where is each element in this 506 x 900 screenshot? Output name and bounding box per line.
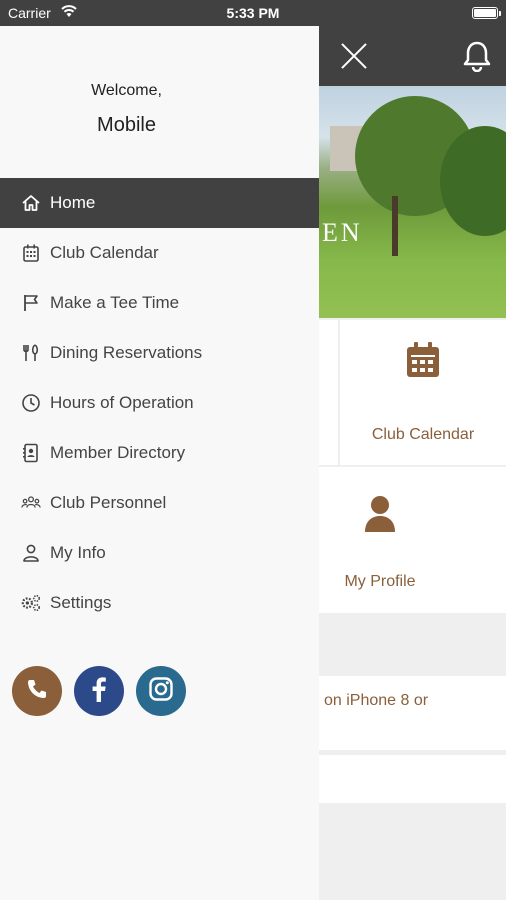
navigation-drawer: Welcome, Mobile Home Club Calendar Make … — [0, 26, 319, 900]
facebook-button[interactable] — [74, 666, 124, 716]
calendar-icon — [406, 342, 440, 383]
calendar-icon — [21, 243, 41, 263]
clock-time: 5:33 PM — [226, 5, 280, 21]
user-name: Mobile — [97, 114, 156, 136]
menu-item-make-a-tee-time[interactable]: Make a Tee Time — [0, 278, 319, 328]
home-icon — [21, 193, 41, 213]
menu-item-label: Hours of Operation — [50, 393, 194, 412]
menu-item-club-calendar[interactable]: Club Calendar — [0, 228, 319, 278]
tree-trunk — [392, 196, 398, 256]
instagram-button[interactable] — [136, 666, 186, 716]
menu-item-club-personnel[interactable]: Club Personnel — [0, 478, 319, 528]
menu-item-label: Club Calendar — [50, 243, 159, 262]
utensils-icon — [21, 343, 41, 363]
phone-button[interactable] — [12, 666, 62, 716]
menu-item-my-info[interactable]: My Info — [0, 528, 319, 578]
list-item-text: on iPhone 8 or — [324, 692, 429, 709]
flag-icon — [21, 293, 41, 313]
menu-item-member-directory[interactable]: Member Directory — [0, 428, 319, 478]
menu-item-label: My Info — [50, 543, 106, 562]
gears-icon — [21, 593, 41, 613]
tile-club-calendar[interactable]: Club Calendar — [340, 320, 506, 465]
facebook-icon — [88, 675, 110, 708]
welcome-label: Welcome, — [91, 82, 162, 99]
social-links — [12, 666, 186, 716]
status-bar: Carrier 5:33 PM — [0, 0, 506, 26]
phone-icon — [25, 677, 49, 706]
user-icon — [21, 543, 41, 563]
menu-item-label: Home — [50, 193, 96, 212]
close-icon[interactable] — [336, 38, 372, 74]
menu-item-label: Member Directory — [50, 443, 186, 462]
menu-item-label: Settings — [50, 593, 112, 612]
drawer-menu: Home Club Calendar Make a Tee Time Dinin… — [0, 178, 319, 628]
menu-item-dining-reservations[interactable]: Dining Reservations — [0, 328, 319, 378]
menu-item-settings[interactable]: Settings — [0, 578, 319, 628]
menu-item-label: Make a Tee Time — [50, 293, 180, 312]
bell-icon[interactable] — [462, 40, 492, 73]
tile-label: Club Calendar — [371, 426, 475, 443]
people-icon — [21, 493, 41, 513]
battery-icon — [472, 7, 501, 19]
club-logo-text: EN — [322, 218, 363, 247]
menu-item-home[interactable]: Home — [0, 178, 319, 228]
instagram-icon — [148, 676, 174, 707]
menu-item-hours-of-operation[interactable]: Hours of Operation — [0, 378, 319, 428]
menu-item-label: Club Personnel — [50, 493, 167, 512]
person-icon — [364, 495, 396, 538]
menu-item-label: Dining Reservations — [50, 343, 203, 362]
contact-book-icon — [21, 443, 41, 463]
clock-icon — [21, 393, 41, 413]
